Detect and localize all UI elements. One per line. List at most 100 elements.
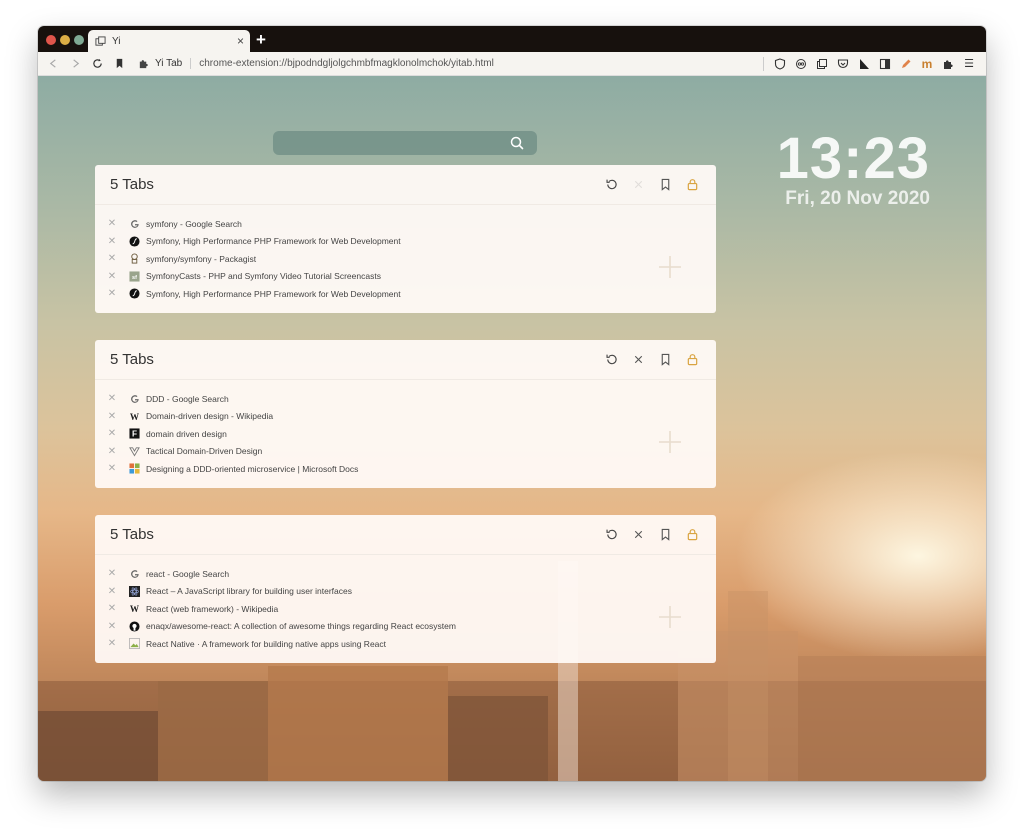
restore-icon	[605, 178, 618, 191]
extension-chip[interactable]: Yi Tab	[138, 58, 192, 69]
collections-icon[interactable]	[813, 55, 831, 73]
delete-group-button[interactable]	[629, 526, 647, 544]
tab-row[interactable]: ✕ enaqx/awesome-react: A collection of aw…	[107, 618, 627, 636]
menu-icon[interactable]: ☰	[960, 55, 978, 73]
search-input[interactable]	[273, 131, 503, 155]
close-icon[interactable]: ✕	[107, 463, 117, 474]
tab-group-panel: 5 Tabs ✕ DDD - Google Search ✕ W Domain-drive…	[95, 340, 716, 488]
reload-icon	[92, 58, 102, 68]
svg-text:W: W	[130, 604, 140, 614]
minimize-window-button[interactable]	[60, 35, 70, 45]
delete-group-button[interactable]	[629, 351, 647, 369]
tab-link-title[interactable]: React (web framework) - Wikipedia	[146, 604, 278, 614]
tab-row[interactable]: ✕ Fdomain driven design	[107, 425, 627, 443]
close-window-button[interactable]	[46, 35, 56, 45]
tab-link-title[interactable]: Symfony, High Performance PHP Framework …	[146, 289, 401, 299]
close-icon[interactable]: ✕	[107, 288, 117, 299]
reader-icon[interactable]	[792, 55, 810, 73]
back-button[interactable]	[42, 53, 64, 75]
pen-icon[interactable]	[897, 55, 915, 73]
tab-row[interactable]: ✕ DDD - Google Search	[107, 390, 627, 408]
close-icon[interactable]: ✕	[107, 218, 117, 229]
pocket-icon[interactable]	[834, 55, 852, 73]
sidebar-icon[interactable]	[876, 55, 894, 73]
close-icon[interactable]: ✕	[107, 428, 117, 439]
extensions-puzzle-icon[interactable]	[939, 55, 957, 73]
tab-link-title[interactable]: symfony - Google Search	[146, 219, 242, 229]
add-tab-plus-icon[interactable]	[658, 255, 682, 279]
tab-row[interactable]: ✕ symfony/symfony - Packagist	[107, 250, 627, 268]
tab-group-panel: 5 Tabs ✕ react - Google Search ✕ React – A J…	[95, 515, 716, 663]
tab-group-title: 5 Tabs	[110, 351, 154, 368]
bookmark-group-button[interactable]	[656, 176, 674, 194]
forward-button[interactable]	[64, 53, 86, 75]
address-bar[interactable]: Yi Tab chrome-extension://bjpodndgljolgc…	[138, 55, 759, 73]
tab-row[interactable]: ✕ symfony - Google Search	[107, 215, 627, 233]
lock-group-button[interactable]	[683, 176, 701, 194]
microsoft-icon	[129, 463, 140, 474]
new-tab-page: 13:23 Fri, 20 Nov 2020 5 Tabs ✕ symfony - …	[38, 76, 986, 781]
tab-link-title[interactable]: domain driven design	[146, 429, 227, 439]
tab-row[interactable]: ✕ Designing a DDD-oriented microservice |…	[107, 460, 627, 478]
close-icon[interactable]: ✕	[107, 271, 117, 282]
symfony-icon	[129, 236, 140, 247]
flag-icon[interactable]	[855, 55, 873, 73]
tab-row[interactable]: ✕ Symfony, High Performance PHP Framework…	[107, 285, 627, 303]
close-tab-button[interactable]: ×	[237, 34, 244, 48]
tab-link-title[interactable]: symfony/symfony - Packagist	[146, 254, 256, 264]
new-tab-button[interactable]: +	[256, 31, 266, 48]
close-icon[interactable]: ✕	[107, 621, 117, 632]
tab-link-title[interactable]: React – A JavaScript library for buildin…	[146, 586, 352, 596]
tab-row[interactable]: ✕ react - Google Search	[107, 565, 627, 583]
image-icon	[129, 638, 140, 650]
browser-tab-yi[interactable]: Yi ×	[88, 30, 250, 52]
tab-link-title[interactable]: enaqx/awesome-react: A collection of awe…	[146, 621, 456, 631]
close-icon[interactable]: ✕	[107, 393, 117, 404]
tab-row[interactable]: ✕ Symfony, High Performance PHP Framework…	[107, 233, 627, 251]
close-icon[interactable]: ✕	[107, 411, 117, 422]
tab-group-header: 5 Tabs	[95, 340, 716, 380]
delete-group-button[interactable]	[629, 176, 647, 194]
restore-group-button[interactable]	[602, 526, 620, 544]
close-icon[interactable]: ✕	[107, 638, 117, 649]
shield-icon[interactable]	[771, 55, 789, 73]
tab-link-title[interactable]: Symfony, High Performance PHP Framework …	[146, 236, 401, 246]
close-icon[interactable]: ✕	[107, 568, 117, 579]
tab-link-title[interactable]: React Native · A framework for building …	[146, 639, 386, 649]
tab-list: ✕ react - Google Search ✕ React – A JavaScr…	[107, 565, 627, 653]
tab-row[interactable]: ✕ W React (web framework) - Wikipedia	[107, 600, 627, 618]
tab-row[interactable]: ✕ Tactical Domain-Driven Design	[107, 443, 627, 461]
close-icon[interactable]: ✕	[107, 236, 117, 247]
tab-link-title[interactable]: Tactical Domain-Driven Design	[146, 446, 262, 456]
url-text[interactable]: chrome-extension://bjpodndgljolgchmbfmag…	[199, 58, 494, 69]
bookmark-group-button[interactable]	[656, 351, 674, 369]
bookmark-button[interactable]	[108, 53, 130, 75]
add-tab-plus-icon[interactable]	[658, 605, 682, 629]
restore-group-button[interactable]	[602, 351, 620, 369]
search-icon[interactable]	[509, 135, 525, 151]
tab-link-title[interactable]: Designing a DDD-oriented microservice | …	[146, 464, 358, 474]
lock-icon	[686, 353, 699, 366]
restore-group-button[interactable]	[602, 176, 620, 194]
bookmark-group-button[interactable]	[656, 526, 674, 544]
tab-link-title[interactable]: DDD - Google Search	[146, 394, 229, 404]
vue-icon	[129, 446, 140, 457]
tab-row[interactable]: ✕ W Domain-driven design - Wikipedia	[107, 408, 627, 426]
lock-group-button[interactable]	[683, 526, 701, 544]
m-icon[interactable]: m	[918, 55, 936, 73]
maximize-window-button[interactable]	[74, 35, 84, 45]
add-tab-plus-icon[interactable]	[658, 430, 682, 454]
close-icon[interactable]: ✕	[107, 253, 117, 264]
reload-button[interactable]	[86, 53, 108, 75]
lock-group-button[interactable]	[683, 351, 701, 369]
tab-row[interactable]: ✕ sf SymfonyCasts - PHP and Symfony Video …	[107, 268, 627, 286]
tab-link-title[interactable]: react - Google Search	[146, 569, 229, 579]
tab-link-title[interactable]: SymfonyCasts - PHP and Symfony Video Tut…	[146, 271, 381, 281]
close-icon[interactable]: ✕	[107, 446, 117, 457]
close-icon[interactable]: ✕	[107, 603, 117, 614]
close-icon[interactable]: ✕	[107, 586, 117, 597]
tab-link-title[interactable]: Domain-driven design - Wikipedia	[146, 411, 273, 421]
tab-row[interactable]: ✕ React Native · A framework for building…	[107, 635, 627, 653]
google-icon	[129, 568, 140, 579]
tab-row[interactable]: ✕ React – A JavaScript library for buildi…	[107, 583, 627, 601]
